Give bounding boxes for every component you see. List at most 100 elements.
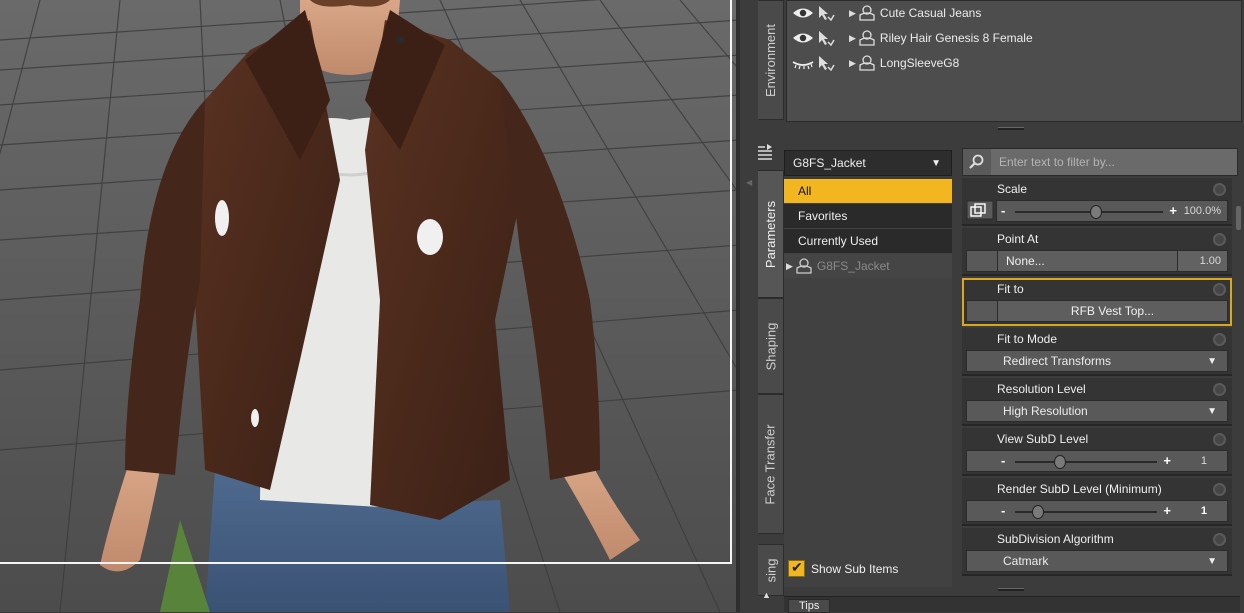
- node-selector-dropdown[interactable]: G8FS_Jacket ▼: [784, 150, 952, 176]
- expand-arrow-icon[interactable]: ▶: [849, 8, 856, 19]
- eye-open-icon[interactable]: [791, 6, 815, 20]
- tab-shaping-label: Shaping: [763, 322, 778, 370]
- category-label: Favorites: [798, 209, 848, 223]
- property-list: Scale - + 100.0% Point At None... 1.00 F…: [962, 178, 1232, 586]
- scene-item[interactable]: ▶ Riley Hair Genesis 8 Female: [787, 26, 1033, 50]
- tab-posing[interactable]: sing: [758, 544, 784, 596]
- property-scrollbar[interactable]: [1236, 206, 1241, 230]
- point-at-control: None... 1.00: [966, 250, 1228, 272]
- eye-open-icon[interactable]: [791, 31, 815, 45]
- slider-knob[interactable]: [1090, 205, 1103, 219]
- increment-icon[interactable]: +: [1163, 503, 1171, 518]
- dropdown-value: Redirect Transforms: [1003, 354, 1112, 368]
- search-icon[interactable]: [963, 149, 991, 175]
- property-label: SubDivision Algorithm: [997, 532, 1114, 546]
- scale-value[interactable]: 100.0%: [1184, 205, 1221, 217]
- scene-item[interactable]: ▶ Cute Casual Jeans: [787, 1, 981, 25]
- render-subd-slider[interactable]: - + 1: [966, 500, 1228, 522]
- filter-bar: [962, 148, 1238, 176]
- gear-icon[interactable]: [1213, 383, 1226, 396]
- property-label: Fit to Mode: [997, 332, 1058, 346]
- category-currently-used[interactable]: Currently Used: [784, 229, 952, 253]
- chevron-down-icon: ▼: [1207, 556, 1217, 567]
- selectable-cursor-icon[interactable]: [817, 5, 835, 21]
- property-label: Resolution Level: [997, 382, 1086, 396]
- show-sub-items-checkbox[interactable]: Show Sub Items: [788, 559, 899, 577]
- scale-slider[interactable]: - + 100.0%: [996, 200, 1228, 222]
- chevron-down-icon: ▼: [931, 157, 941, 169]
- gear-icon[interactable]: [1213, 483, 1226, 496]
- tab-parameters[interactable]: Parameters: [758, 170, 784, 298]
- scene-item[interactable]: ▶ LongSleeveG8: [787, 51, 959, 75]
- point-at-value[interactable]: 1.00: [1200, 255, 1221, 267]
- decrement-icon[interactable]: -: [1001, 503, 1005, 518]
- property-view-subd-level: View SubD Level - + 1: [962, 428, 1232, 476]
- fit-to-button[interactable]: RFB Vest Top...: [997, 301, 1227, 321]
- property-resolution-level: Resolution Level High Resolution ▼: [962, 378, 1232, 426]
- property-label: Render SubD Level (Minimum): [997, 482, 1162, 496]
- property-point-at: Point At None... 1.00: [962, 228, 1232, 276]
- property-fit-to: Fit to RFB Vest Top...: [962, 278, 1232, 326]
- tab-face-transfer-label: Face Transfer: [763, 423, 779, 505]
- fit-to-mode-dropdown[interactable]: Redirect Transforms ▼: [966, 350, 1228, 372]
- tab-shaping[interactable]: Shaping: [758, 298, 784, 394]
- show-sub-items-label: Show Sub Items: [811, 561, 899, 576]
- property-group-list: All Favorites Currently Used ▶ G8FS_Jack…: [784, 179, 952, 587]
- dropdown-value: Catmark: [1003, 554, 1049, 568]
- slider-knob[interactable]: [1054, 455, 1067, 469]
- category-all[interactable]: All: [784, 179, 952, 203]
- link-scale-icon[interactable]: [966, 200, 994, 220]
- view-subd-slider[interactable]: - + 1: [966, 450, 1228, 472]
- dropdown-value: High Resolution: [1003, 404, 1088, 418]
- slider-track[interactable]: [1015, 211, 1163, 213]
- eye-closed-icon[interactable]: [791, 56, 815, 70]
- resolution-level-dropdown[interactable]: High Resolution ▼: [966, 400, 1228, 422]
- tab-tips[interactable]: Tips: [788, 599, 831, 613]
- slider-track[interactable]: [1015, 461, 1157, 463]
- view-subd-value[interactable]: 1: [1201, 455, 1207, 467]
- property-label: View SubD Level: [997, 432, 1089, 446]
- viewport-scene: [0, 0, 740, 612]
- increment-icon[interactable]: +: [1169, 203, 1177, 218]
- gear-icon[interactable]: [1213, 283, 1226, 296]
- decrement-icon[interactable]: -: [1001, 453, 1005, 468]
- gear-icon[interactable]: [1213, 233, 1226, 246]
- figure-icon: [859, 30, 875, 46]
- node-selector-value: G8FS_Jacket: [793, 156, 866, 170]
- expand-arrow-icon[interactable]: ▶: [849, 58, 856, 69]
- tab-face-transfer[interactable]: Face Transfer: [758, 394, 784, 534]
- pane-options-menu-icon[interactable]: [756, 144, 774, 160]
- gear-icon[interactable]: [1213, 333, 1226, 346]
- chevron-down-icon: ▼: [1207, 356, 1217, 367]
- tab-environment[interactable]: Environment: [758, 0, 784, 120]
- tab-scroll-up-icon[interactable]: ▲: [762, 590, 771, 600]
- property-scale: Scale - + 100.0%: [962, 178, 1232, 226]
- increment-icon[interactable]: +: [1163, 453, 1171, 468]
- slider-knob[interactable]: [1031, 505, 1044, 519]
- point-at-button[interactable]: None...: [997, 251, 1177, 271]
- checkbox-checked-icon[interactable]: [788, 559, 805, 577]
- selectable-cursor-icon[interactable]: [817, 55, 835, 71]
- expand-arrow-icon[interactable]: ▶: [849, 33, 856, 44]
- pane-resize-grip[interactable]: [998, 588, 1024, 591]
- pane-resize-grip[interactable]: [998, 127, 1024, 130]
- gear-icon[interactable]: [1213, 533, 1226, 546]
- figure-icon: [859, 55, 875, 71]
- collapse-arrow-icon[interactable]: ◀: [746, 178, 752, 187]
- category-label: Currently Used: [798, 234, 879, 248]
- gear-icon[interactable]: [1213, 183, 1226, 196]
- render-subd-value[interactable]: 1: [1201, 505, 1207, 517]
- decrement-icon[interactable]: -: [1001, 203, 1005, 218]
- selectable-cursor-icon[interactable]: [817, 30, 835, 46]
- filter-input[interactable]: [991, 149, 1237, 175]
- category-label: G8FS_Jacket: [816, 259, 890, 273]
- tab-environment-label: Environment: [763, 23, 779, 97]
- expand-arrow-icon[interactable]: ▶: [786, 261, 793, 272]
- category-node-g8fs-jacket[interactable]: ▶ G8FS_Jacket: [784, 254, 952, 278]
- right-panel: Environment Parameters Shaping Face Tran…: [740, 0, 1244, 613]
- scene-item-label: Riley Hair Genesis 8 Female: [879, 31, 1033, 45]
- viewport-3d[interactable]: [0, 0, 740, 612]
- gear-icon[interactable]: [1213, 433, 1226, 446]
- subdivision-algorithm-dropdown[interactable]: Catmark ▼: [966, 550, 1228, 572]
- category-favorites[interactable]: Favorites: [784, 204, 952, 228]
